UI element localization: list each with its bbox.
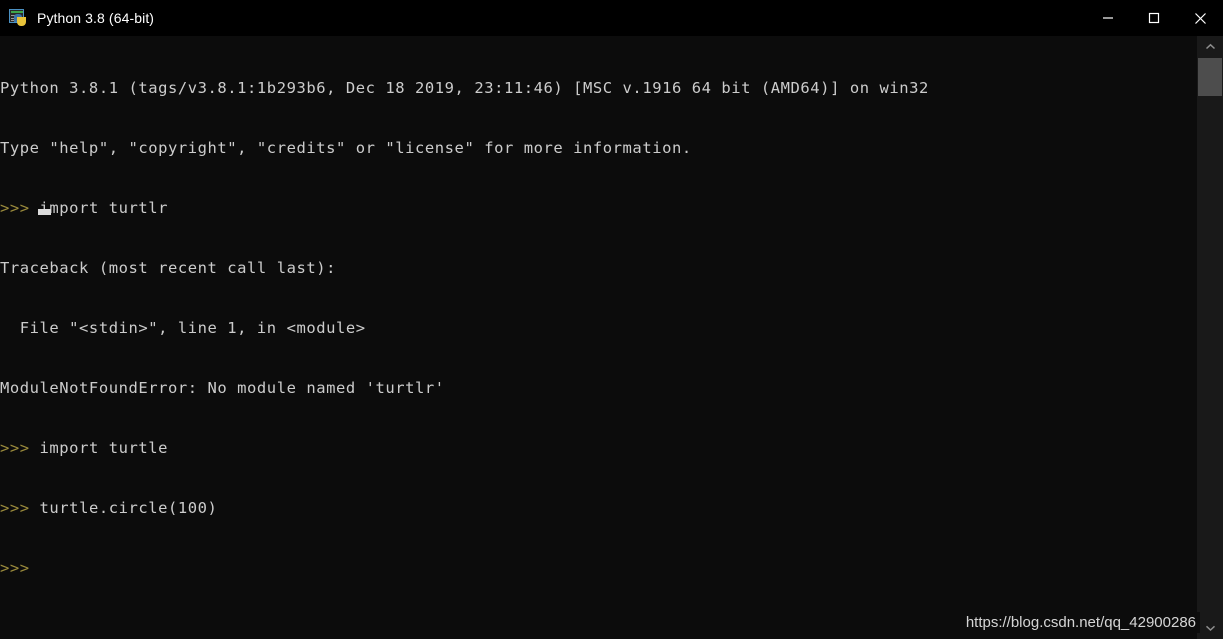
console-line-text: Python 3.8.1 (tags/v3.8.1:1b293b6, Dec 1… bbox=[0, 79, 929, 97]
maximize-icon bbox=[1148, 12, 1160, 24]
close-icon bbox=[1194, 12, 1206, 24]
close-button[interactable] bbox=[1177, 0, 1223, 36]
window-title: Python 3.8 (64-bit) bbox=[37, 10, 155, 26]
python-console-icon bbox=[9, 9, 27, 27]
python-logo-yellow-glyph bbox=[17, 17, 26, 26]
console-line: Python 3.8.1 (tags/v3.8.1:1b293b6, Dec 1… bbox=[0, 78, 1197, 98]
console-prompt: >>> bbox=[0, 199, 30, 217]
console-line: File "<stdin>", line 1, in <module> bbox=[0, 318, 1197, 338]
console-line-text: turtle.circle(100) bbox=[29, 499, 218, 517]
python-console-window: Python 3.8 (64-bit) Python 3.8.1 (tags/v… bbox=[0, 0, 1223, 639]
minimize-icon bbox=[1103, 17, 1113, 19]
console-line: Type "help", "copyright", "credits" or "… bbox=[0, 138, 1197, 158]
console-line: >>> import turtlr bbox=[0, 198, 1197, 218]
vertical-scrollbar[interactable] bbox=[1197, 36, 1223, 639]
scrollbar-up-button[interactable] bbox=[1197, 36, 1223, 58]
console-line: ModuleNotFoundError: No module named 'tu… bbox=[0, 378, 1197, 398]
watermark-url: https://blog.csdn.net/qq_42900286 bbox=[957, 612, 1200, 633]
scrollbar-thumb[interactable] bbox=[1198, 58, 1222, 96]
chevron-up-icon bbox=[1205, 43, 1215, 50]
minimize-button[interactable] bbox=[1085, 0, 1131, 36]
console-line-text: Type "help", "copyright", "credits" or "… bbox=[0, 139, 692, 157]
console-line: >>> import turtle bbox=[0, 438, 1197, 458]
title-bar[interactable]: Python 3.8 (64-bit) bbox=[0, 0, 1223, 36]
console-line-text: import turtle bbox=[29, 439, 169, 457]
console-line: Traceback (most recent call last): bbox=[0, 258, 1197, 278]
scrollbar-down-button[interactable] bbox=[1197, 617, 1223, 639]
console-line-text: ModuleNotFoundError: No module named 'tu… bbox=[0, 379, 445, 397]
console-prompt: >>> bbox=[0, 499, 30, 517]
console-prompt: >>> bbox=[0, 559, 30, 577]
maximize-button[interactable] bbox=[1131, 0, 1177, 36]
terminal-output-area[interactable]: Python 3.8.1 (tags/v3.8.1:1b293b6, Dec 1… bbox=[0, 36, 1197, 639]
console-line-text: Traceback (most recent call last): bbox=[0, 259, 336, 277]
window-controls bbox=[1085, 0, 1223, 36]
console-lines: Python 3.8.1 (tags/v3.8.1:1b293b6, Dec 1… bbox=[0, 38, 1197, 618]
text-cursor bbox=[38, 209, 51, 215]
console-line-text: File "<stdin>", line 1, in <module> bbox=[0, 319, 366, 337]
console-line: >>> turtle.circle(100) bbox=[0, 498, 1197, 518]
console-line: >>> bbox=[0, 558, 1197, 578]
chevron-down-icon bbox=[1205, 625, 1215, 632]
console-prompt: >>> bbox=[0, 439, 30, 457]
